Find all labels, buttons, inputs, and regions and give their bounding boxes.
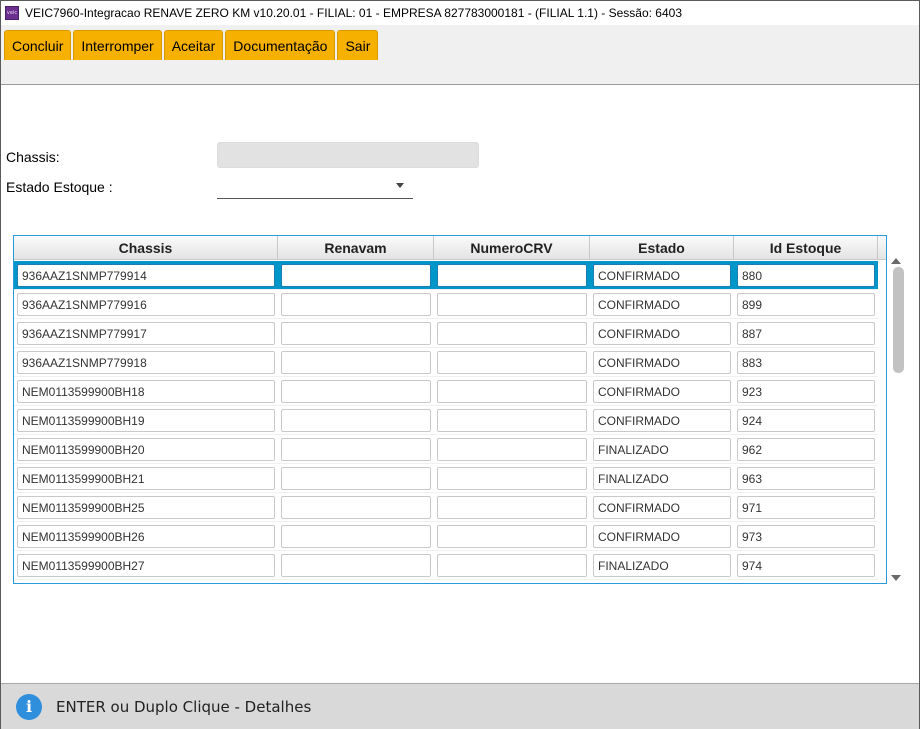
- cell-chassis[interactable]: 936AAZ1SNMP779914: [17, 264, 275, 287]
- cell-chassis[interactable]: 936AAZ1SNMP779916: [17, 293, 275, 316]
- cell-numerocrv[interactable]: [437, 293, 587, 316]
- cell-estado[interactable]: FINALIZADO: [593, 438, 731, 461]
- vertical-scrollbar[interactable]: [887, 253, 919, 584]
- cell-renavam[interactable]: [281, 293, 431, 316]
- interromper-button[interactable]: Interromper: [73, 30, 162, 60]
- cell-renavam[interactable]: [281, 496, 431, 519]
- cell-estado[interactable]: CONFIRMADO: [593, 322, 731, 345]
- table-row[interactable]: 936AAZ1SNMP779917 CONFIRMADO 887: [14, 319, 878, 348]
- table-row[interactable]: NEM0113599900BH25 CONFIRMADO 971: [14, 493, 878, 522]
- cell-chassis[interactable]: 936AAZ1SNMP779917: [17, 322, 275, 345]
- cell-estado[interactable]: FINALIZADO: [593, 554, 731, 577]
- table-row[interactable]: NEM0113599900BH20 FINALIZADO 962: [14, 435, 878, 464]
- cell-chassis[interactable]: NEM0113599900BH26: [17, 525, 275, 548]
- title-bar: veic VEIC7960-Integracao RENAVE ZERO KM …: [1, 1, 919, 25]
- cell-estado[interactable]: CONFIRMADO: [593, 409, 731, 432]
- scroll-down-arrow-icon[interactable]: [891, 575, 901, 581]
- cell-estado[interactable]: CONFIRMADO: [593, 380, 731, 403]
- cell-chassis[interactable]: NEM0113599900BH19: [17, 409, 275, 432]
- cell-estado[interactable]: CONFIRMADO: [593, 525, 731, 548]
- column-header-chassis[interactable]: Chassis: [14, 236, 278, 260]
- chevron-down-icon: [396, 183, 404, 188]
- cell-numerocrv[interactable]: [437, 380, 587, 403]
- table-row[interactable]: 936AAZ1SNMP779914 CONFIRMADO 880: [14, 261, 878, 290]
- column-header-renavam[interactable]: Renavam: [278, 236, 434, 260]
- cell-estado[interactable]: CONFIRMADO: [593, 496, 731, 519]
- cell-chassis[interactable]: NEM0113599900BH21: [17, 467, 275, 490]
- scroll-up-arrow-icon[interactable]: [891, 258, 901, 264]
- cell-numerocrv[interactable]: [437, 496, 587, 519]
- cell-numerocrv[interactable]: [437, 322, 587, 345]
- cell-renavam[interactable]: [281, 525, 431, 548]
- table-row[interactable]: NEM0113599900BH27 FINALIZADO 974: [14, 551, 878, 580]
- estado-estoque-select[interactable]: [217, 173, 413, 199]
- cell-id-estoque[interactable]: 924: [737, 409, 875, 432]
- cell-renavam[interactable]: [281, 409, 431, 432]
- status-bar: i ENTER ou Duplo Clique - Detalhes: [1, 683, 919, 729]
- app-icon: veic: [5, 6, 19, 20]
- cell-id-estoque[interactable]: 971: [737, 496, 875, 519]
- aceitar-button[interactable]: Aceitar: [163, 30, 224, 60]
- cell-id-estoque[interactable]: 963: [737, 467, 875, 490]
- header-corner: [878, 236, 886, 260]
- cell-renavam[interactable]: [281, 322, 431, 345]
- cell-renavam[interactable]: [281, 438, 431, 461]
- documentacao-button[interactable]: Documentação: [225, 30, 336, 60]
- scrollbar-thumb[interactable]: [893, 267, 904, 373]
- cell-chassis[interactable]: NEM0113599900BH25: [17, 496, 275, 519]
- cell-id-estoque[interactable]: 974: [737, 554, 875, 577]
- table-body: 936AAZ1SNMP779914 CONFIRMADO 880 936AAZ1…: [14, 261, 878, 583]
- cell-chassis[interactable]: NEM0113599900BH20: [17, 438, 275, 461]
- cell-numerocrv[interactable]: [437, 264, 587, 287]
- cell-estado[interactable]: FINALIZADO: [593, 467, 731, 490]
- cell-id-estoque[interactable]: 880: [737, 264, 875, 287]
- table-header: Chassis Renavam NumeroCRV Estado Id Esto…: [14, 236, 886, 260]
- sair-button[interactable]: Sair: [337, 30, 379, 60]
- cell-renavam[interactable]: [281, 380, 431, 403]
- cell-renavam[interactable]: [281, 554, 431, 577]
- cell-numerocrv[interactable]: [437, 351, 587, 374]
- cell-id-estoque[interactable]: 923: [737, 380, 875, 403]
- table-row[interactable]: NEM0113599900BH21 FINALIZADO 963: [14, 464, 878, 493]
- cell-renavam[interactable]: [281, 264, 431, 287]
- cell-id-estoque[interactable]: 973: [737, 525, 875, 548]
- cell-chassis[interactable]: NEM0113599900BH18: [17, 380, 275, 403]
- column-header-id-estoque[interactable]: Id Estoque: [734, 236, 878, 260]
- cell-chassis[interactable]: NEM0113599900BH27: [17, 554, 275, 577]
- cell-renavam[interactable]: [281, 351, 431, 374]
- column-header-numerocrv[interactable]: NumeroCRV: [434, 236, 590, 260]
- table-row[interactable]: NEM0113599900BH26 CONFIRMADO 973: [14, 522, 878, 551]
- results-table[interactable]: Chassis Renavam NumeroCRV Estado Id Esto…: [13, 235, 887, 584]
- chassis-label: Chassis:: [6, 149, 60, 165]
- table-row[interactable]: 936AAZ1SNMP779916 CONFIRMADO 899: [14, 290, 878, 319]
- toolbar: Concluir Interromper Aceitar Documentaçã…: [4, 30, 379, 60]
- estado-estoque-label: Estado Estoque :: [6, 179, 113, 195]
- chassis-input[interactable]: [217, 142, 479, 168]
- concluir-button[interactable]: Concluir: [4, 30, 72, 60]
- cell-numerocrv[interactable]: [437, 554, 587, 577]
- table-row[interactable]: NEM0113599900BH18 CONFIRMADO 923: [14, 377, 878, 406]
- app-window: veic VEIC7960-Integracao RENAVE ZERO KM …: [0, 0, 920, 729]
- column-header-estado[interactable]: Estado: [590, 236, 734, 260]
- cell-numerocrv[interactable]: [437, 525, 587, 548]
- window-title: VEIC7960-Integracao RENAVE ZERO KM v10.2…: [25, 6, 683, 20]
- cell-numerocrv[interactable]: [437, 438, 587, 461]
- cell-id-estoque[interactable]: 883: [737, 351, 875, 374]
- cell-renavam[interactable]: [281, 467, 431, 490]
- cell-chassis[interactable]: 936AAZ1SNMP779918: [17, 351, 275, 374]
- table-row[interactable]: 936AAZ1SNMP779918 CONFIRMADO 883: [14, 348, 878, 377]
- cell-numerocrv[interactable]: [437, 409, 587, 432]
- cell-estado[interactable]: CONFIRMADO: [593, 293, 731, 316]
- table-row[interactable]: NEM0113599900BH19 CONFIRMADO 924: [14, 406, 878, 435]
- cell-id-estoque[interactable]: 962: [737, 438, 875, 461]
- cell-id-estoque[interactable]: 899: [737, 293, 875, 316]
- status-text: ENTER ou Duplo Clique - Detalhes: [56, 697, 312, 716]
- cell-numerocrv[interactable]: [437, 467, 587, 490]
- cell-id-estoque[interactable]: 887: [737, 322, 875, 345]
- cell-estado[interactable]: CONFIRMADO: [593, 264, 731, 287]
- cell-estado[interactable]: CONFIRMADO: [593, 351, 731, 374]
- info-icon: i: [16, 693, 42, 720]
